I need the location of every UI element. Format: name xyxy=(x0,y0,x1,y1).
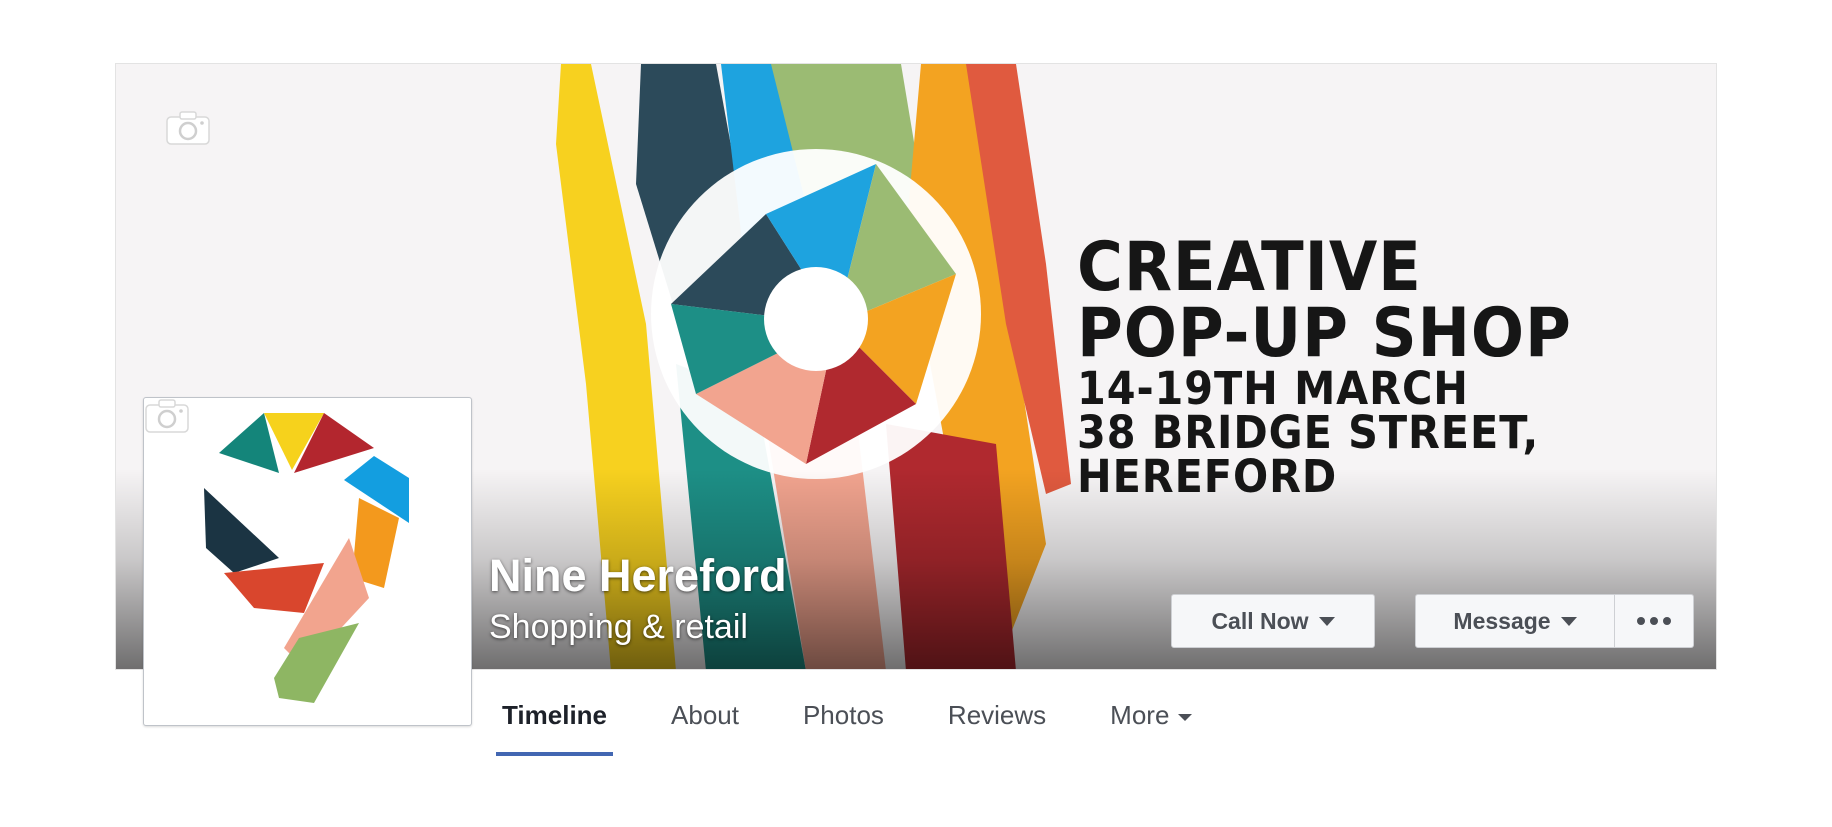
profile-picture[interactable] xyxy=(143,397,472,726)
tab-more-label: More xyxy=(1110,700,1170,730)
poster-city: HEREFORD xyxy=(1077,450,1338,503)
tab-photos[interactable]: Photos xyxy=(797,690,890,756)
poster-headline-2: POP-UP SHOP xyxy=(1077,294,1572,373)
chevron-down-icon xyxy=(1178,713,1193,721)
tab-more[interactable]: More xyxy=(1104,690,1198,756)
page-tabs: Timeline About Photos Reviews More xyxy=(496,690,1250,756)
tab-reviews[interactable]: Reviews xyxy=(942,690,1052,756)
message-label: Message xyxy=(1453,607,1551,634)
call-now-button[interactable]: Call Now xyxy=(1171,594,1375,648)
tab-about[interactable]: About xyxy=(665,690,745,756)
call-now-label: Call Now xyxy=(1211,607,1309,634)
chevron-down-icon xyxy=(1560,616,1577,626)
poster-headline-1: CREATIVE xyxy=(1077,228,1422,307)
message-button[interactable]: Message xyxy=(1415,594,1615,648)
more-options-button[interactable] xyxy=(1615,594,1694,648)
more-dots-icon xyxy=(1637,617,1671,625)
page-title[interactable]: Nine Hereford xyxy=(489,550,787,602)
camera-icon[interactable] xyxy=(165,110,211,146)
nine-logo xyxy=(204,413,409,703)
poster-date: 14-19TH MARCH xyxy=(1077,362,1469,415)
message-button-group: Message xyxy=(1415,594,1694,648)
chevron-down-icon xyxy=(1318,616,1335,626)
cover-poster-text: CREATIVE POP-UP SHOP 14-19TH MARCH 38 BR… xyxy=(1077,228,1615,503)
page-category: Shopping & retail xyxy=(489,608,748,646)
tab-timeline[interactable]: Timeline xyxy=(496,690,614,756)
camera-icon[interactable] xyxy=(144,398,190,434)
poster-address: 38 BRIDGE STREET, xyxy=(1077,406,1540,459)
